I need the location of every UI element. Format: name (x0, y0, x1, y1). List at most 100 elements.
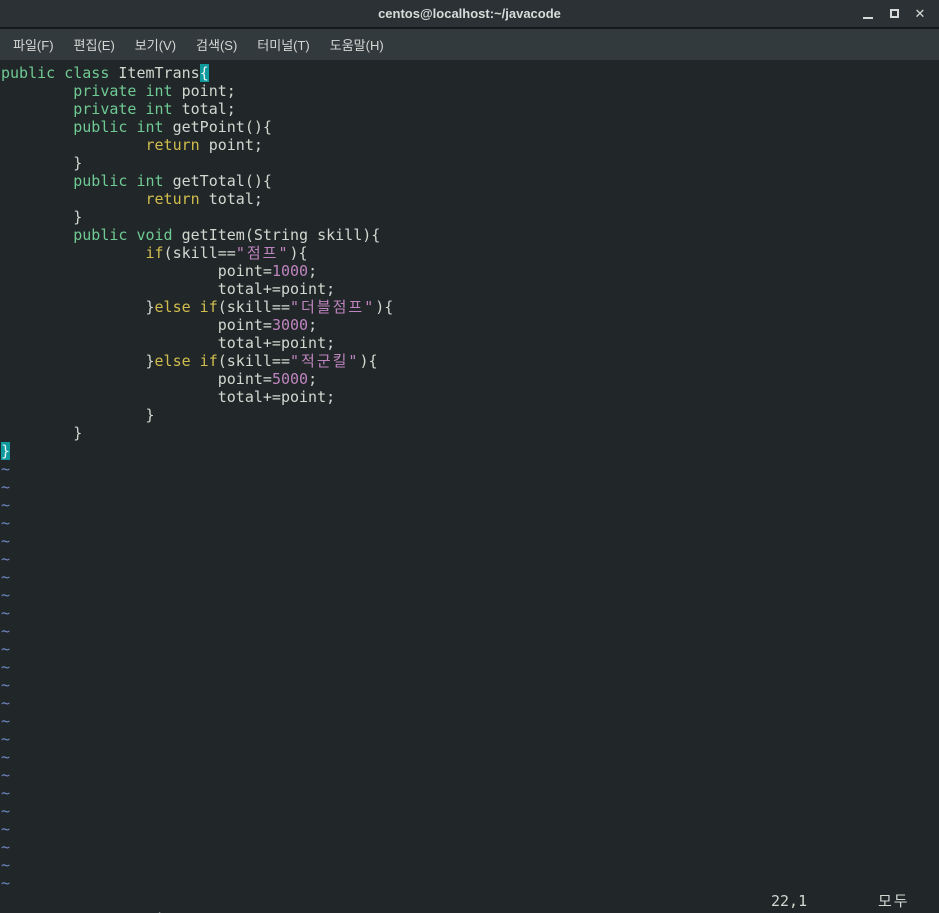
code-token: point= (1, 370, 272, 388)
code-token: 5000 (271, 370, 309, 388)
empty-line-marker: ~ (1, 766, 11, 784)
code-line[interactable]: }else if(skill=="적군킬"){ (1, 352, 939, 370)
code-line[interactable]: return total; (1, 190, 939, 208)
code-token: point; (172, 82, 236, 100)
menu-item-terminal[interactable]: 터미널(T) (248, 30, 318, 59)
code-token: if (145, 244, 164, 262)
code-line[interactable]: } (1, 406, 939, 424)
code-line[interactable]: if(skill=="점프"){ (1, 244, 939, 262)
empty-line-marker: ~ (1, 748, 11, 766)
code-token: getTotal(){ (163, 172, 272, 190)
code-token: total; (172, 100, 236, 118)
titlebar[interactable]: centos@localhost:~/javacode ✕ (0, 0, 939, 29)
code-token: 3000 (271, 316, 309, 334)
code-token: ; (308, 370, 318, 388)
empty-line-marker: ~ (1, 784, 11, 802)
code-token: public int (73, 172, 164, 190)
code-token: } (1, 424, 83, 442)
code-token: ; (308, 316, 318, 334)
code-token: point; (199, 136, 263, 154)
code-line[interactable]: } (1, 424, 939, 442)
empty-line-marker: ~ (1, 586, 11, 604)
code-token: "더블점프" (290, 298, 376, 316)
status-scroll-indicator: 모두 (878, 892, 910, 910)
matching-brace: { (199, 64, 209, 82)
menu-item-view[interactable]: 보기(V) (126, 30, 185, 59)
code-line[interactable]: point=3000; (1, 316, 939, 334)
maximize-button[interactable] (881, 0, 907, 27)
code-token: ){ (375, 298, 394, 316)
empty-line-marker: ~ (1, 568, 11, 586)
vim-status-line: "ItemTrans.java" 22L, 381C 22,1 모두 (1, 892, 939, 913)
code-line[interactable]: } (1, 154, 939, 172)
code-token: return (145, 136, 200, 154)
menubar: 파일(F) 편집(E) 보기(V) 검색(S) 터미널(T) 도움말(H) (0, 29, 939, 60)
code-line[interactable]: } (1, 442, 939, 460)
empty-line-marker: ~ (1, 640, 11, 658)
menu-item-search[interactable]: 검색(S) (187, 30, 246, 59)
code-line[interactable]: total+=point; (1, 334, 939, 352)
code-line[interactable]: point=5000; (1, 370, 939, 388)
empty-line-marker: ~ (1, 460, 11, 478)
code-token: "점프" (235, 244, 290, 262)
code-token: total+=point; (1, 334, 336, 352)
empty-line-marker: ~ (1, 874, 11, 892)
terminal[interactable]: public class ItemTrans{ private int poin… (0, 60, 939, 913)
menu-item-file[interactable]: 파일(F) (4, 30, 63, 59)
close-button[interactable]: ✕ (907, 0, 933, 27)
empty-line-marker: ~ (1, 730, 11, 748)
code-token: total; (199, 190, 263, 208)
code-token: public int (73, 118, 164, 136)
cursor: } (1, 442, 11, 460)
empty-lines-area: ~ ~ ~ ~ ~ ~ ~ ~ ~ ~ ~ ~ ~ ~ ~ ~ ~ ~ ~ ~ ~ ~ ~ ~ (1, 460, 939, 892)
code-line[interactable]: public int getPoint(){ (1, 118, 939, 136)
code-line[interactable]: }else if(skill=="더블점프"){ (1, 298, 939, 316)
code-line[interactable]: } (1, 208, 939, 226)
menu-item-edit[interactable]: 편집(E) (65, 30, 124, 59)
minimize-button[interactable] (855, 0, 881, 27)
empty-line-marker: ~ (1, 694, 11, 712)
empty-line-marker: ~ (1, 496, 11, 514)
status-cursor-position: 22,1 (771, 892, 808, 910)
code-line[interactable]: public int getTotal(){ (1, 172, 939, 190)
empty-line-marker: ~ (1, 478, 11, 496)
code-token: } (1, 406, 155, 424)
code-token: public class (1, 64, 119, 82)
code-line[interactable]: return point; (1, 136, 939, 154)
code-line[interactable]: public class ItemTrans{ (1, 64, 939, 82)
code-token: private int (73, 82, 173, 100)
empty-line-marker: ~ (1, 712, 11, 730)
menu-item-help[interactable]: 도움말(H) (321, 30, 393, 59)
close-icon: ✕ (914, 6, 926, 21)
code-line[interactable]: total+=point; (1, 388, 939, 406)
window-controls: ✕ (855, 0, 933, 27)
code-token: ){ (359, 352, 378, 370)
code-token: point= (1, 262, 272, 280)
code-line[interactable]: public void getItem(String skill){ (1, 226, 939, 244)
code-token: (skill== (217, 298, 290, 316)
code-token: } (1, 208, 83, 226)
code-line[interactable]: private int total; (1, 100, 939, 118)
code-token: "적군킬" (290, 352, 360, 370)
code-line[interactable]: point=1000; (1, 262, 939, 280)
code-token: ItemTrans (118, 64, 200, 82)
empty-line-marker: ~ (1, 550, 11, 568)
code-token: getPoint(){ (163, 118, 272, 136)
code-token: ; (308, 262, 318, 280)
code-token: private int (73, 100, 173, 118)
code-line[interactable]: private int point; (1, 82, 939, 100)
code-token: total+=point; (1, 388, 336, 406)
window-title: centos@localhost:~/javacode (378, 6, 561, 21)
code-token: 1000 (271, 262, 309, 280)
empty-line-marker: ~ (1, 604, 11, 622)
code-line[interactable]: total+=point; (1, 280, 939, 298)
empty-line-marker: ~ (1, 532, 11, 550)
empty-line-marker: ~ (1, 820, 11, 838)
empty-line-marker: ~ (1, 802, 11, 820)
code-token: public void (73, 226, 173, 244)
